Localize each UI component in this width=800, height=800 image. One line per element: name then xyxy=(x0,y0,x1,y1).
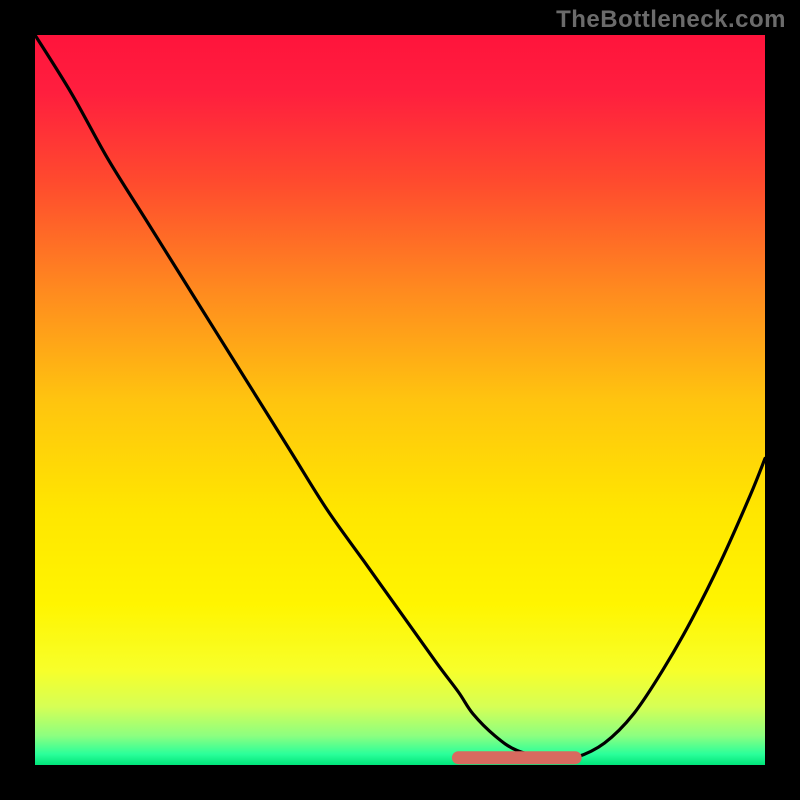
bottleneck-curve xyxy=(35,35,765,759)
chart-frame: TheBottleneck.com xyxy=(0,0,800,800)
watermark-text: TheBottleneck.com xyxy=(556,6,786,34)
curve-layer xyxy=(35,35,765,765)
plot-area xyxy=(35,35,765,765)
